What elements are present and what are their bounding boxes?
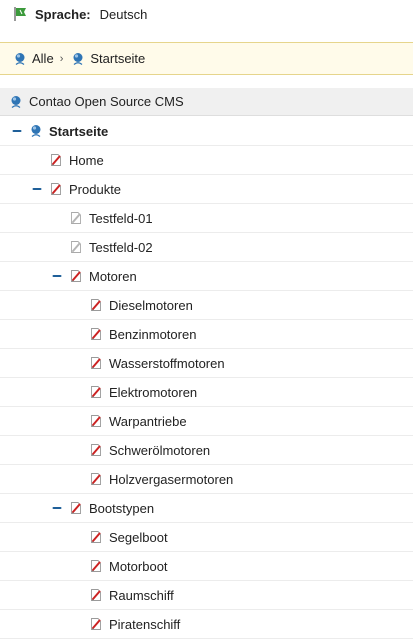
toggle-spacer	[31, 154, 43, 166]
tree-row-label: Warpantriebe	[109, 413, 187, 429]
toggle-spacer	[71, 531, 83, 543]
tree-row[interactable]: Motoren	[0, 262, 413, 291]
page-edit-icon[interactable]	[89, 298, 103, 312]
tree-row[interactable]: Testfeld-01	[0, 204, 413, 233]
toggle-spacer	[51, 241, 63, 253]
tree-row-label: Holzvergasermotoren	[109, 471, 234, 487]
tree-row[interactable]: Schwerölmotoren	[0, 436, 413, 465]
globe-icon	[9, 95, 23, 109]
tree-row[interactable]: Piratenschiff	[0, 610, 413, 639]
tree-row-label: Segelboot	[109, 529, 168, 545]
globe-icon	[71, 52, 85, 66]
breadcrumb-item-startseite[interactable]: Startseite	[71, 51, 145, 66]
page-edit-icon[interactable]	[49, 182, 63, 196]
breadcrumb-label: Alle	[32, 51, 54, 66]
collapse-toggle-icon[interactable]	[11, 125, 23, 137]
page-edit-icon[interactable]	[89, 414, 103, 428]
tree-row-label: Dieselmotoren	[109, 297, 193, 313]
tree-row-label: Startseite	[49, 123, 109, 139]
toggle-spacer	[71, 618, 83, 630]
toggle-spacer	[71, 444, 83, 456]
globe-icon	[13, 52, 27, 66]
tree-row[interactable]: Produkte	[0, 175, 413, 204]
page-edit-icon[interactable]	[69, 501, 83, 515]
tree-row[interactable]: Warpantriebe	[0, 407, 413, 436]
tree-row[interactable]: Bootstypen	[0, 494, 413, 523]
toggle-spacer	[71, 589, 83, 601]
tree-root-label: Contao Open Source CMS	[29, 94, 184, 109]
tree-row[interactable]: Wasserstoffmotoren	[0, 349, 413, 378]
breadcrumb-separator: ›	[59, 52, 64, 65]
tree-row[interactable]: Raumschiff	[0, 581, 413, 610]
toggle-spacer	[71, 357, 83, 369]
breadcrumb-item-alle[interactable]: Alle	[13, 51, 54, 66]
language-label: Sprache:	[35, 6, 91, 22]
page-edit-icon[interactable]	[89, 472, 103, 486]
collapse-toggle-icon[interactable]	[31, 183, 43, 195]
globe-icon[interactable]	[29, 124, 43, 138]
toggle-spacer	[51, 212, 63, 224]
tree-row[interactable]: Holzvergasermotoren	[0, 465, 413, 494]
toggle-spacer	[71, 560, 83, 572]
tree-row-label: Home	[69, 152, 104, 168]
tree-row[interactable]: Elektromotoren	[0, 378, 413, 407]
breadcrumb-label: Startseite	[90, 51, 146, 66]
page-edit-icon[interactable]	[89, 443, 103, 457]
language-bar: Sprache: Deutsch	[0, 0, 413, 28]
page-edit-icon[interactable]	[89, 617, 103, 631]
collapse-toggle-icon[interactable]	[51, 502, 63, 514]
page-grey-icon[interactable]	[69, 240, 83, 254]
tree-row[interactable]: Benzinmotoren	[0, 320, 413, 349]
tree-row-label: Testfeld-01	[89, 210, 153, 226]
tree-row-label: Produkte	[69, 181, 122, 197]
toggle-spacer	[71, 328, 83, 340]
page-edit-icon[interactable]	[89, 559, 103, 573]
breadcrumb: Alle › Startseite	[0, 42, 413, 75]
tree-row-label: Elektromotoren	[109, 384, 198, 400]
page-edit-icon[interactable]	[89, 530, 103, 544]
toggle-spacer	[71, 473, 83, 485]
tree-row-label: Wasserstoffmotoren	[109, 355, 225, 371]
tree-row[interactable]: Motorboot	[0, 552, 413, 581]
page-edit-icon[interactable]	[89, 588, 103, 602]
tree-row-label: Raumschiff	[109, 587, 174, 603]
language-flag-icon	[13, 6, 29, 22]
tree-row-label: Benzinmotoren	[109, 326, 197, 342]
page-edit-icon[interactable]	[69, 269, 83, 283]
tree-row-label: Bootstypen	[89, 500, 155, 516]
collapse-toggle-icon[interactable]	[51, 270, 63, 282]
tree-row[interactable]: Segelboot	[0, 523, 413, 552]
page-edit-icon[interactable]	[89, 385, 103, 399]
toggle-spacer	[71, 415, 83, 427]
language-value[interactable]: Deutsch	[100, 7, 148, 22]
tree-row-label: Motorboot	[109, 558, 168, 574]
page-edit-icon[interactable]	[49, 153, 63, 167]
toggle-spacer	[71, 386, 83, 398]
page-edit-icon[interactable]	[89, 356, 103, 370]
tree-root: Contao Open Source CMS	[0, 88, 413, 116]
tree-row-label: Schwerölmotoren	[109, 442, 211, 458]
tree-row[interactable]: Dieselmotoren	[0, 291, 413, 320]
tree-row[interactable]: Startseite	[0, 117, 413, 146]
toggle-spacer	[71, 299, 83, 311]
page-grey-icon[interactable]	[69, 211, 83, 225]
tree-row-label: Motoren	[89, 268, 137, 284]
tree-row[interactable]: Home	[0, 146, 413, 175]
tree-row-label: Piratenschiff	[109, 616, 181, 632]
page-edit-icon[interactable]	[89, 327, 103, 341]
tree-row-label: Testfeld-02	[89, 239, 153, 255]
tree-row[interactable]: Testfeld-02	[0, 233, 413, 262]
